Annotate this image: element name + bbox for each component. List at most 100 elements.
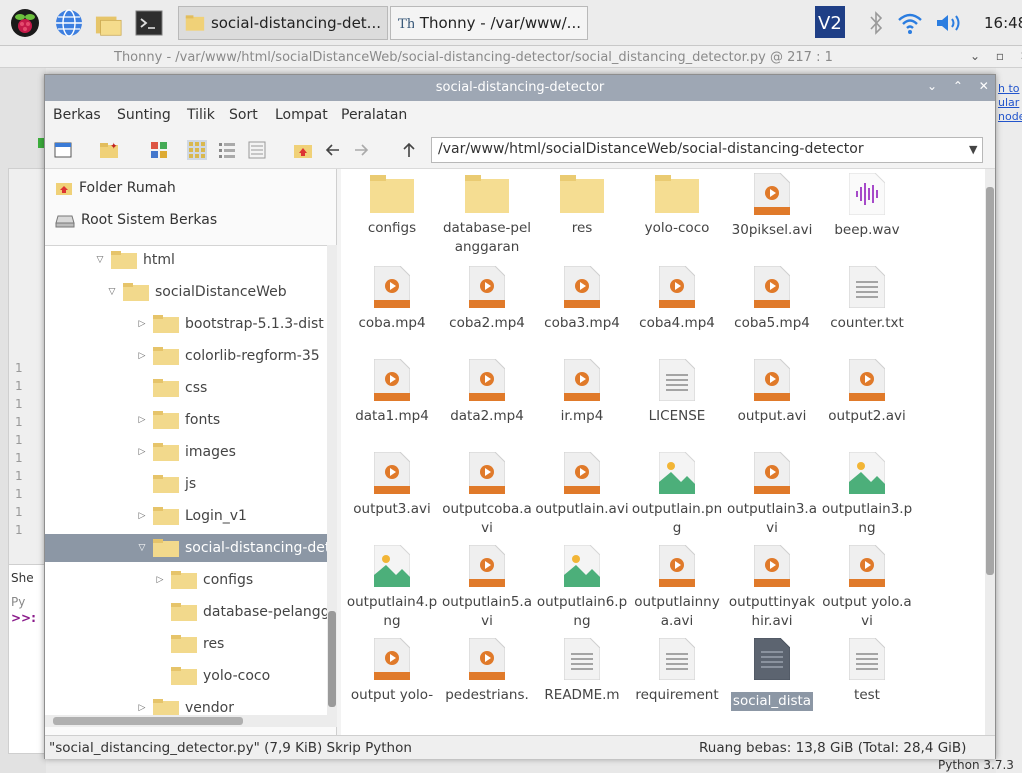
tree-node[interactable]: css <box>137 376 207 400</box>
file-item[interactable]: outputlain4.png <box>345 545 439 631</box>
file-item[interactable]: output3.avi <box>345 452 439 519</box>
file-item[interactable]: outputlain.avi <box>535 452 629 519</box>
file-item[interactable]: output2.avi <box>820 359 914 426</box>
assistant-links[interactable]: h to ular node <box>998 82 1022 124</box>
tree-horizontal-scrollbar[interactable] <box>45 715 337 727</box>
menu-berkas[interactable]: Berkas <box>53 107 101 123</box>
fm-window-controls[interactable]: ⌄ ⌃ ✕ <box>927 79 995 93</box>
file-item[interactable]: ir.mp4 <box>535 359 629 426</box>
new-folder-icon[interactable]: ✦ <box>99 140 119 160</box>
file-item[interactable]: coba3.mp4 <box>535 266 629 333</box>
path-dropdown-icon[interactable]: ▼ <box>969 143 977 156</box>
tree-vertical-scrollbar[interactable] <box>327 245 337 715</box>
view-thumbnail-icon[interactable] <box>149 140 169 160</box>
forward-icon[interactable] <box>351 140 371 160</box>
assistant-link[interactable]: node <box>998 110 1022 124</box>
thonny-window-controls[interactable]: ⌄ ▫ ✕ <box>970 49 1022 63</box>
expander-closed-icon[interactable]: ▷ <box>137 703 147 713</box>
view-icons-icon[interactable] <box>187 140 207 160</box>
place-root[interactable]: Root Sistem Berkas <box>55 209 217 231</box>
file-item[interactable]: outputcoba.avi <box>440 452 534 538</box>
menu-sunting[interactable]: Sunting <box>117 107 171 123</box>
expander-closed-icon[interactable]: ▷ <box>137 447 147 457</box>
file-item[interactable]: outputlainnya.avi <box>630 545 724 631</box>
file-item[interactable]: outputtinyakhir.avi <box>725 545 819 631</box>
new-window-icon[interactable] <box>53 140 73 160</box>
clock[interactable]: 16:48 <box>984 14 1022 32</box>
tree-scroll-thumb[interactable] <box>328 611 336 707</box>
file-item[interactable]: counter.txt <box>820 266 914 333</box>
expander-closed-icon[interactable]: ▷ <box>137 319 147 329</box>
file-item[interactable]: social_dista <box>725 638 819 711</box>
menu-peralatan[interactable]: Peralatan <box>341 107 407 123</box>
expander-open-icon[interactable]: ▽ <box>95 255 105 265</box>
task-file-manager[interactable]: social-distancing-det... <box>178 6 388 40</box>
file-item[interactable]: 30piksel.avi <box>725 173 819 240</box>
raspberry-icon[interactable] <box>10 8 40 38</box>
expander-open-icon[interactable]: ▽ <box>107 287 117 297</box>
tab-shell[interactable]: She <box>11 571 34 585</box>
folder-item[interactable]: yolo-coco <box>630 173 724 238</box>
tree-node[interactable]: database-pelangga <box>155 600 327 624</box>
file-item[interactable]: output yolo.avi <box>820 545 914 631</box>
assistant-link[interactable]: ular <box>998 96 1022 110</box>
thonny-titlebar[interactable]: Thonny - /var/www/html/socialDistanceWeb… <box>0 46 1022 68</box>
tree-node[interactable]: ▷ fonts <box>137 408 220 432</box>
fm-titlebar[interactable]: social-distancing-detector ⌄ ⌃ ✕ <box>45 75 995 101</box>
file-item[interactable]: output yolo- <box>345 638 439 705</box>
tree-node[interactable]: ▷ colorlib-regform-35 <box>137 344 320 368</box>
tree-node[interactable]: ▽ html <box>95 248 175 272</box>
globe-icon[interactable] <box>55 9 83 37</box>
folder-item[interactable]: configs <box>345 173 439 238</box>
file-item[interactable]: output.avi <box>725 359 819 426</box>
menu-lompat[interactable]: Lompat <box>275 107 328 123</box>
terminal-icon[interactable] <box>135 10 163 36</box>
file-item[interactable]: outputlain5.avi <box>440 545 534 631</box>
path-input[interactable]: /var/www/html/socialDistanceWeb/social-d… <box>431 137 983 163</box>
file-item[interactable]: README.m <box>535 638 629 705</box>
tree-node[interactable]: ▷ bootstrap-5.1.3-dist <box>137 312 324 336</box>
expander-closed-icon[interactable]: ▷ <box>137 351 147 361</box>
file-item[interactable]: test <box>820 638 914 705</box>
file-item[interactable]: coba5.mp4 <box>725 266 819 333</box>
menu-tilik[interactable]: Tilik <box>187 107 215 123</box>
home-icon[interactable] <box>293 140 313 160</box>
tree-node[interactable]: ▽ socialDistanceWeb <box>107 280 287 304</box>
tree-node[interactable]: js <box>137 472 196 496</box>
shell-pane[interactable]: She Py >>: <box>8 564 46 754</box>
place-home[interactable]: Folder Rumah <box>55 177 176 199</box>
bluetooth-icon[interactable] <box>868 9 884 37</box>
expander-closed-icon[interactable]: ▷ <box>137 415 147 425</box>
folder-item[interactable]: res <box>535 173 629 238</box>
tree-node[interactable]: res <box>155 632 224 656</box>
wifi-icon[interactable] <box>897 10 923 36</box>
file-item[interactable]: coba4.mp4 <box>630 266 724 333</box>
tree-node[interactable]: yolo-coco <box>155 664 270 688</box>
back-icon[interactable] <box>323 140 343 160</box>
expander-closed-icon[interactable]: ▷ <box>155 575 165 585</box>
tree-node[interactable]: ▷ images <box>137 440 236 464</box>
menu-sort[interactable]: Sort <box>229 107 258 123</box>
icon-view[interactable]: configs database-pelanggaran res yolo-coco 3… <box>341 169 985 741</box>
file-item[interactable]: data2.mp4 <box>440 359 534 426</box>
volume-icon[interactable] <box>935 11 965 35</box>
python-version[interactable]: Python 3.7.3 <box>938 758 1014 772</box>
tree-node[interactable]: ▷ configs <box>155 568 253 592</box>
file-item[interactable]: outputlain3.png <box>820 452 914 538</box>
vnc-icon[interactable]: V2 <box>815 6 845 38</box>
file-item[interactable]: beep.wav <box>820 173 914 240</box>
tree-node[interactable]: ▽ social-distancing-dete <box>137 536 327 560</box>
file-item[interactable]: coba.mp4 <box>345 266 439 333</box>
expander-open-icon[interactable]: ▽ <box>137 543 147 553</box>
file-item[interactable]: outputlain.png <box>630 452 724 538</box>
file-item[interactable]: outputlain3.avi <box>725 452 819 538</box>
tree-node[interactable]: ▷ Login_v1 <box>137 504 247 528</box>
expander-closed-icon[interactable]: ▷ <box>137 511 147 521</box>
tree-hscroll-thumb[interactable] <box>53 717 243 725</box>
file-item[interactable]: pedestrians. <box>440 638 534 705</box>
folder-item[interactable]: database-pelanggaran <box>440 173 534 257</box>
view-compact-icon[interactable] <box>217 140 237 160</box>
icon-view-scrollbar[interactable] <box>985 169 995 741</box>
file-item[interactable]: outputlain6.png <box>535 545 629 631</box>
icon-view-scroll-thumb[interactable] <box>986 187 994 575</box>
